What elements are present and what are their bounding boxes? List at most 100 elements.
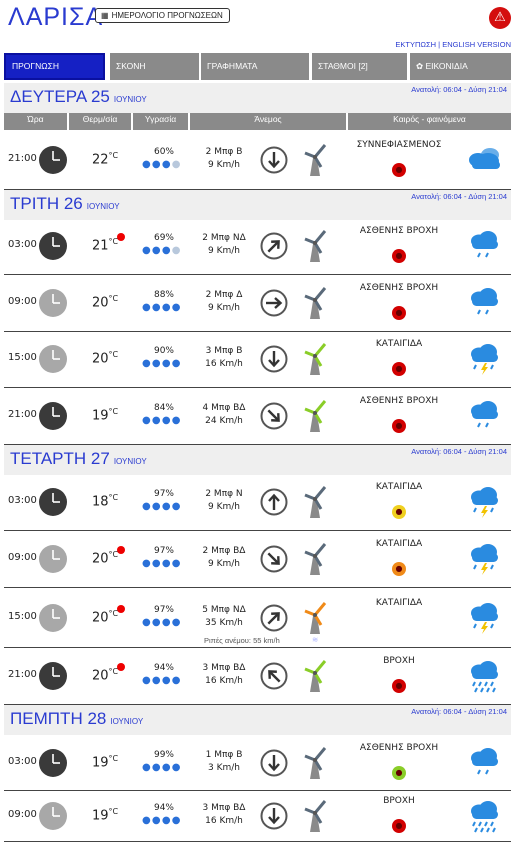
- wind-speed: 24 Km/h: [205, 416, 243, 426]
- forecast-row: 15:00 20°C 90% ● ● ● ● 3 Μπφ Β 16 Km/h ΚΑΤΑΙΓ…: [4, 331, 511, 388]
- humidity-drops: ● ● ● ●: [142, 358, 180, 369]
- wind-turbine-icon: [301, 399, 329, 433]
- wind-speed: 9 Km/h: [208, 559, 240, 569]
- wind-turbine-icon: [301, 143, 329, 177]
- forecast-row: 21:00 20°C 94% ● ● ● ● 3 Μπφ ΒΔ 16 Km/h ΒΡΟΧΗ…: [4, 648, 511, 705]
- clock-icon: [38, 544, 68, 574]
- tab-stations[interactable]: ΣΤΑΘΜΟΙ [2]: [312, 53, 407, 80]
- tab-dust[interactable]: ΣΚΟΝΗ: [110, 53, 199, 80]
- temperature: 20°C: [92, 294, 118, 310]
- wind-arrow-icon: [260, 604, 288, 632]
- wind-beaufort: 3 Μπφ Β: [205, 346, 243, 356]
- wind-speed: 35 Km/h: [205, 617, 243, 628]
- wind-arrow-icon: [260, 545, 288, 573]
- humidity-drops: ● ● ● ●: [142, 815, 180, 826]
- temperature: 19°C: [92, 754, 118, 770]
- warning-icon[interactable]: ●: [392, 504, 406, 519]
- wind-arrow-icon: [260, 345, 288, 373]
- temperature-unit: °C: [108, 492, 119, 502]
- humidity-value: 69%: [153, 233, 174, 243]
- temperature: 20°C: [92, 550, 118, 566]
- wind-speed: 9 Km/h: [208, 501, 240, 512]
- time-value: 21:00: [8, 409, 37, 420]
- tab-forecast[interactable]: ΠΡΟΓΝΩΣΗ: [4, 53, 105, 80]
- warning-icon[interactable]: ●: [392, 419, 406, 433]
- humidity-value: 60%: [153, 147, 174, 157]
- day-month: ΙΟΥΝΙΟΥ: [113, 457, 147, 466]
- alert-icon[interactable]: ⚠: [489, 7, 511, 29]
- wind-turbine-icon: [301, 542, 329, 576]
- time-value: 15:00: [8, 610, 37, 622]
- temperature-unit: °C: [108, 151, 119, 160]
- clock-icon: [38, 487, 68, 517]
- weather-icon: [466, 143, 504, 177]
- weather-phenomenon: ΑΣΘΕΝΗΣ ΒΡΟΧΗ: [359, 226, 439, 236]
- english-link[interactable]: ENGLISH VERSION: [442, 40, 511, 49]
- day-name: ΔΕΥΤΕΡΑ 25 ΙΟΥΝΙΟΥ: [10, 87, 147, 107]
- tab-icons-label: ΕΙΚΟΝΙΔΙΑ: [425, 61, 468, 71]
- wind-arrow-icon: [260, 402, 288, 430]
- forecast-row: 03:00 21°C 69% ● ● ● ● 2 Μπφ ΝΔ 9 Km/h ΑΣΘΕΝΗ…: [4, 218, 511, 275]
- city-title: ΛΑΡΙΣΑ: [8, 3, 104, 31]
- weather-icon: [466, 229, 504, 263]
- warning-icon[interactable]: ●: [392, 306, 406, 320]
- time-value: 21:00: [8, 669, 37, 680]
- temperature: 19°C: [92, 407, 118, 423]
- warning-icon[interactable]: ●: [392, 163, 406, 177]
- wind-arrow-icon: [260, 146, 288, 174]
- temperature-value: 20: [92, 609, 109, 625]
- warning-icon[interactable]: ●: [392, 562, 406, 576]
- print-link[interactable]: ΕΚΤΥΠΩΣΗ: [395, 40, 436, 49]
- warning-icon[interactable]: ●: [392, 249, 406, 263]
- clock-icon: [38, 801, 68, 831]
- wind-beaufort: 4 Μπφ ΒΔ: [202, 403, 246, 413]
- weather-icon: [466, 542, 504, 576]
- clock-icon: [38, 145, 68, 175]
- tab-icons[interactable]: ✿ ΕΙΚΟΝΙΔΙΑ: [410, 53, 511, 80]
- wind-turbine-icon: [301, 601, 329, 635]
- day-header: ΠΕΜΠΤΗ 28 ΙΟΥΝΙΟΥ Ανατολή: 06:04 - Δύση 21…: [4, 705, 511, 735]
- forecast-row: 21:00 22°C 60% ● ● ● ● 2 Μπφ Β 9 Km/h ΣΥΝΝΕΦΙ…: [4, 131, 511, 190]
- day-header: ΔΕΥΤΕΡΑ 25 ΙΟΥΝΙΟΥ Ανατολή: 06:04 - Δύση 2…: [4, 83, 511, 113]
- wind-arrow-icon: [260, 802, 288, 830]
- sunrise-sunset: Ανατολή: 06:04 - Δύση 21:04: [411, 707, 507, 716]
- forecast-row: 03:00 18°C 97% ● ● ● ● 2 Μπφ Ν 9 Km/h ΚΑΤΑΙΓΙ…: [4, 473, 511, 531]
- wind-speed: 9 Km/h: [208, 246, 240, 256]
- high-temp-dot: [117, 663, 125, 671]
- temperature-value: 20: [92, 351, 109, 367]
- clock-icon: [38, 748, 68, 778]
- wind-info: 2 Μπφ ΒΔ 9 Km/h: [194, 545, 254, 571]
- weather-phenomenon: ΚΑΤΑΙΓΙΔΑ: [375, 339, 423, 349]
- day-header: ΤΕΤΑΡΤΗ 27 ΙΟΥΝΙΟΥ Ανατολή: 06:04 - Δύση 2…: [4, 445, 511, 475]
- wind-speed: 9 Km/h: [208, 303, 240, 313]
- wind-info: 2 Μπφ Β 9 Km/h: [194, 146, 254, 172]
- wind-turbine-icon: [301, 746, 329, 780]
- warning-icon[interactable]: ●: [392, 362, 406, 376]
- wind-speed: 16 Km/h: [205, 359, 243, 369]
- warning-icon[interactable]: ●: [392, 766, 406, 780]
- wind-arrow-icon: [260, 662, 288, 690]
- weather-icon: [466, 485, 504, 519]
- wind-info: 3 Μπφ Β 16 Km/h: [194, 345, 254, 371]
- humidity-value: 84%: [153, 403, 174, 413]
- forecast-row: 09:00 20°C 88% ● ● ● ● 2 Μπφ Δ 9 Km/h ΑΣΘΕΝΗΣ…: [4, 275, 511, 332]
- weather-phenomenon: ΑΣΘΕΝΗΣ ΒΡΟΧΗ: [359, 396, 439, 406]
- tab-graphs[interactable]: ΓΡΑΦΗΜΑΤΑ: [201, 53, 309, 80]
- wind-info: 3 Μπφ ΒΔ 16 Km/h: [194, 662, 254, 688]
- day-month: ΙΟΥΝΙΟΥ: [110, 717, 144, 726]
- temperature: 19°C: [92, 807, 118, 823]
- humidity-value: 97%: [153, 488, 174, 499]
- clock-icon: [38, 344, 68, 374]
- wind-info: 2 Μπφ Δ 9 Km/h: [194, 289, 254, 315]
- weather-phenomenon: ΒΡΟΧΗ: [383, 656, 415, 666]
- wind-beaufort: 2 Μπφ Δ: [205, 290, 243, 300]
- weather-phenomenon: ΑΣΘΕΝΗΣ ΒΡΟΧΗ: [359, 283, 439, 293]
- tab-bar: ΠΡΟΓΝΩΣΗ ΣΚΟΝΗ ΓΡΑΦΗΜΑΤΑ ΣΤΑΘΜΟΙ [2] ✿ Ε…: [4, 53, 511, 80]
- humidity-value: 94%: [153, 803, 174, 813]
- warning-icon[interactable]: ●: [392, 679, 406, 693]
- humidity-drops: ● ● ● ●: [142, 415, 180, 426]
- humidity-drops: ● ● ● ●: [142, 245, 180, 256]
- weather-icon: [466, 286, 504, 320]
- humidity-drops: ● ● ● ●: [142, 500, 180, 512]
- calendar-button[interactable]: ▦ ΗΜΕΡΟΛΟΓΙΟ ΠΡΟΓΝΩΣΕΩΝ: [95, 8, 230, 23]
